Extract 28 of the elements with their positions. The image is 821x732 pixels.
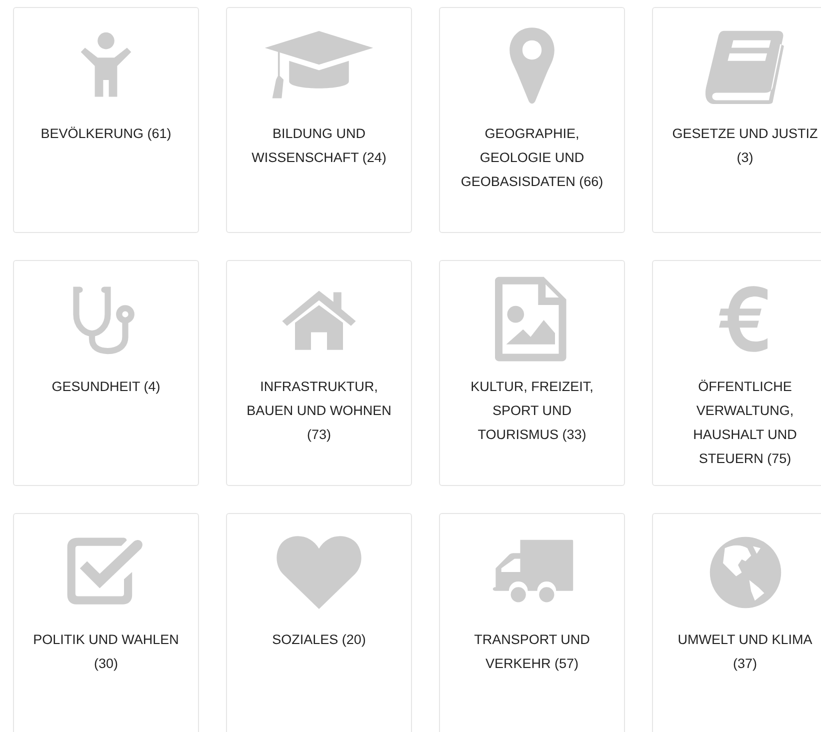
heart-icon: [274, 533, 364, 611]
category-label: UMWELT UND KLIMA (37): [678, 631, 812, 673]
category-card[interactable]: GESETZE UND JUSTIZ (3): [652, 7, 821, 233]
category-label: BILDUNG UND WISSENSCHAFT (24): [252, 125, 386, 167]
map-pin-icon: [507, 26, 557, 106]
category-label: GEOGRAPHIE, GEOLOGIE UND GEOBASISDATEN (66): [460, 125, 604, 191]
category-label: GESUNDHEIT (4): [52, 378, 160, 396]
category-card[interactable]: POLITIK UND WAHLEN (30): [13, 513, 199, 732]
category-label: ÖFFENTLICHE VERWALTUNG, HAUSHALT UND STEUERN (75): [693, 378, 797, 468]
category-label: GESETZE UND JUSTIZ (3): [672, 125, 818, 167]
category-card[interactable]: ÖFFENTLICHE VERWALTUNG, HAUSHALT UND STEUERN (75): [652, 260, 821, 486]
category-label: INFRASTRUKTUR, BAUEN UND WOHNEN (73): [246, 378, 392, 444]
category-card[interactable]: SOZIALES (20): [226, 513, 412, 732]
category-card[interactable]: BEVÖLKERUNG (61): [13, 7, 199, 233]
category-label: BEVÖLKERUNG (61): [40, 125, 172, 143]
category-card[interactable]: GEOGRAPHIE, GEOLOGIE UND GEOBASISDATEN (66): [439, 7, 625, 233]
category-label: TRANSPORT UND VERKEHR (57): [474, 631, 590, 673]
category-card[interactable]: UMWELT UND KLIMA (37): [652, 513, 821, 732]
category-card[interactable]: BILDUNG UND WISSENSCHAFT (24): [226, 7, 412, 233]
category-card[interactable]: INFRASTRUKTUR, BAUEN UND WOHNEN (73): [226, 260, 412, 486]
category-card[interactable]: GESUNDHEIT (4): [13, 260, 199, 486]
globe-icon: [708, 534, 782, 610]
category-card[interactable]: KULTUR, FREIZEIT, SPORT UND TOURISMUS (33): [439, 260, 625, 486]
image-file-icon: [494, 275, 570, 363]
category-label: POLITIK UND WAHLEN (30): [33, 631, 179, 673]
category-label: KULTUR, FREIZEIT, SPORT UND TOURISMUS (33): [470, 378, 594, 444]
category-card[interactable]: TRANSPORT UND VERKEHR (57): [439, 513, 625, 732]
category-label: SOZIALES (20): [272, 631, 366, 649]
